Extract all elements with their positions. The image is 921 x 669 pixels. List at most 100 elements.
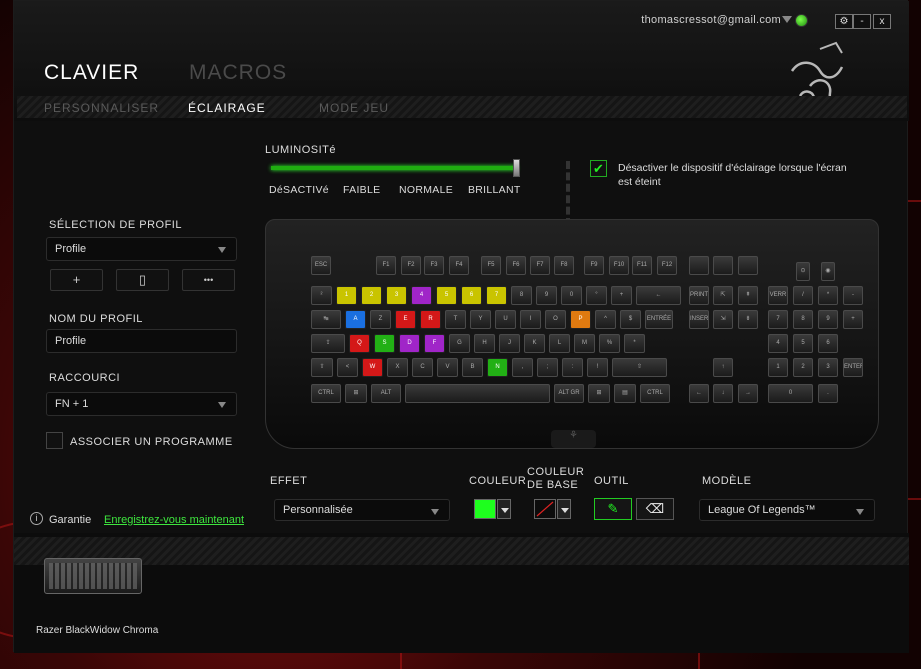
profile-select[interactable]: Profile <box>46 237 237 261</box>
key-row3-10[interactable]: M <box>574 334 595 353</box>
key-row2-13[interactable]: ENTRÉE <box>645 310 673 329</box>
game-mode-led-icon[interactable]: ◉ <box>821 262 835 281</box>
subtab-personnaliser[interactable]: PERSONNALISER <box>44 101 159 115</box>
key-media-1[interactable] <box>689 256 709 275</box>
key-row2-11[interactable]: ^ <box>595 310 616 329</box>
add-profile-button[interactable]: + <box>50 269 103 291</box>
color-swatch[interactable] <box>474 499 496 519</box>
minimize-button[interactable]: - <box>853 14 871 29</box>
key-row1-5[interactable]: 5 <box>436 286 457 305</box>
key-row3-3[interactable]: D <box>399 334 420 353</box>
key-nav-1[interactable]: ⇱ <box>713 286 733 305</box>
key-numpad-11[interactable]: 1 <box>768 358 788 377</box>
key-numpad-3[interactable]: - <box>843 286 863 305</box>
key-numpad-13[interactable]: 3 <box>818 358 838 377</box>
key-f2[interactable]: F2 <box>401 256 421 275</box>
key-arrow-up[interactable]: ↑ <box>713 358 733 377</box>
key-row1-9[interactable]: 9 <box>536 286 557 305</box>
key-numpad-0[interactable]: 0 <box>768 384 813 403</box>
key-row1-3[interactable]: 3 <box>386 286 407 305</box>
key-row2-5[interactable]: T <box>445 310 466 329</box>
key-row4-9[interactable]: ; <box>537 358 558 377</box>
disable-lighting-checkbox[interactable]: ✔ <box>590 160 607 177</box>
key-media-2[interactable] <box>713 256 733 275</box>
key-row2-9[interactable]: O <box>545 310 566 329</box>
profile-name-input[interactable]: Profile <box>46 329 237 353</box>
key-row2-4[interactable]: R <box>420 310 441 329</box>
key-row1-2[interactable]: 2 <box>361 286 382 305</box>
key-numpad-9[interactable]: 5 <box>793 334 813 353</box>
key-numpad-14[interactable]: ENTER <box>843 358 863 377</box>
key-row5-0[interactable]: CTRL <box>311 384 341 403</box>
key-row2-12[interactable]: $ <box>620 310 641 329</box>
key-row5-1[interactable]: ⊞ <box>345 384 367 403</box>
key-row4-11[interactable]: ! <box>587 358 608 377</box>
tab-clavier[interactable]: CLAVIER <box>44 61 139 85</box>
associate-program-checkbox[interactable] <box>46 432 63 449</box>
key-numpad-1[interactable]: / <box>793 286 813 305</box>
user-email[interactable]: thomascressot@gmail.com <box>641 14 781 26</box>
warranty-register-link[interactable]: Enregistrez-vous maintenant <box>104 514 244 526</box>
key-row1-11[interactable]: ° <box>586 286 607 305</box>
key-media-3[interactable] <box>738 256 758 275</box>
key-row1-4[interactable]: 4 <box>411 286 432 305</box>
key-row5-4[interactable]: ALT GR <box>554 384 584 403</box>
key-row1-6[interactable]: 6 <box>461 286 482 305</box>
key-row3-9[interactable]: L <box>549 334 570 353</box>
key-f12[interactable]: F12 <box>657 256 677 275</box>
pencil-tool-button[interactable]: ✎ <box>594 498 632 520</box>
key-row2-0[interactable]: ↹ <box>311 310 341 329</box>
key-row5-2[interactable]: ALT <box>371 384 401 403</box>
key-numpad-10[interactable]: 6 <box>818 334 838 353</box>
color-dropdown-button[interactable] <box>497 499 511 519</box>
key-row1-8[interactable]: 8 <box>511 286 532 305</box>
key-f5[interactable]: F5 <box>481 256 501 275</box>
key-row4-7[interactable]: N <box>487 358 508 377</box>
key-row5-5[interactable]: ⊞ <box>588 384 610 403</box>
key-f10[interactable]: F10 <box>609 256 629 275</box>
key-row4-4[interactable]: C <box>412 358 433 377</box>
key-row2-2[interactable]: Z <box>370 310 391 329</box>
eraser-tool-button[interactable]: ⌫ <box>636 498 674 520</box>
key-row5-7[interactable]: CTRL <box>640 384 670 403</box>
key-f1[interactable]: F1 <box>376 256 396 275</box>
base-color-dropdown-button[interactable] <box>557 499 571 519</box>
key-numpad-7[interactable]: + <box>843 310 863 329</box>
subtab-eclairage[interactable]: ÉCLAIRAGE <box>188 101 266 115</box>
model-select[interactable]: League Of Legends™ <box>699 499 875 521</box>
key-row3-0[interactable]: ⇪ <box>311 334 345 353</box>
key-row2-6[interactable]: Y <box>470 310 491 329</box>
key-row1-12[interactable]: + <box>611 286 632 305</box>
key-nav-5[interactable]: ⇟ <box>738 310 758 329</box>
key-numpad-4[interactable]: 7 <box>768 310 788 329</box>
key-nav-2[interactable]: ⇞ <box>738 286 758 305</box>
key-row3-7[interactable]: J <box>499 334 520 353</box>
key-row2-3[interactable]: E <box>395 310 416 329</box>
more-options-button[interactable]: ••• <box>182 269 235 291</box>
delete-profile-button[interactable]: ▯ <box>116 269 169 291</box>
key-row4-3[interactable]: X <box>387 358 408 377</box>
account-dropdown-icon[interactable] <box>782 16 792 23</box>
key-f9[interactable]: F9 <box>584 256 604 275</box>
subtab-mode-jeu[interactable]: MODE JEU <box>319 101 389 115</box>
key-f3[interactable]: F3 <box>424 256 444 275</box>
key-row4-0[interactable]: ⇧ <box>311 358 333 377</box>
shortcut-select[interactable]: FN + 1 <box>46 392 237 416</box>
key-numpad-2[interactable]: * <box>818 286 838 305</box>
key-f6[interactable]: F6 <box>506 256 526 275</box>
key-row5-6[interactable]: ▤ <box>614 384 636 403</box>
key-numpad-6[interactable]: 9 <box>818 310 838 329</box>
key-row4-2[interactable]: W <box>362 358 383 377</box>
tab-macros[interactable]: MACROS <box>189 61 287 85</box>
key-row4-1[interactable]: < <box>337 358 358 377</box>
key-row2-1[interactable]: A <box>345 310 366 329</box>
key-row3-5[interactable]: G <box>449 334 470 353</box>
settings-button[interactable]: ⚙ <box>835 14 853 29</box>
key-row1-7[interactable]: 7 <box>486 286 507 305</box>
key-row2-10[interactable]: P <box>570 310 591 329</box>
logo-led-icon[interactable]: ⊙ <box>796 262 810 281</box>
brightness-slider-handle[interactable] <box>513 159 520 177</box>
key-row3-11[interactable]: % <box>599 334 620 353</box>
effect-select[interactable]: Personnalisée <box>274 499 450 521</box>
key-f11[interactable]: F11 <box>632 256 652 275</box>
